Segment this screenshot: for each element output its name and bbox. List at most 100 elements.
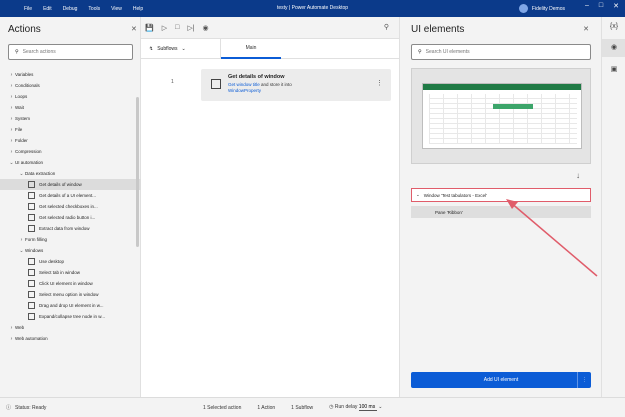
search-icon[interactable]: ⚲ [384,23,389,31]
menu-tools[interactable]: Tools [88,6,100,12]
tree-item[interactable]: ⌄ UI automation [0,157,141,168]
tree-item[interactable]: › System [0,113,141,124]
minimize-icon[interactable]: – [585,2,589,10]
action-icon [28,225,35,232]
menu-file[interactable]: File [24,6,32,12]
more-options-icon[interactable]: ⋮ [577,372,591,388]
chevron-right-icon[interactable]: › [8,116,15,122]
action-step[interactable]: Get details of window Get window title a… [201,69,391,101]
status-text: Status: Ready [15,404,47,411]
stop-icon[interactable]: □ [175,24,179,31]
add-ui-element-button[interactable]: Add UI element ⋮ [411,372,591,388]
chevron-right-icon[interactable]: › [8,336,15,342]
tree-item[interactable]: › Wait [0,102,141,113]
chevron-right-icon[interactable]: › [8,72,15,78]
subflows-dropdown[interactable]: ↯ Subflows ⌄ [141,38,221,59]
tree-item-label: Get details of window [39,182,82,187]
tree-item-label: Loops [15,94,28,99]
tree-item[interactable]: ⌄ Data extraction [0,168,141,179]
close-window-icon[interactable]: ✕ [613,2,619,10]
run-delay: ◷ Run delay ⌄ [329,404,382,411]
step-icon[interactable]: ▷| [187,24,194,32]
action-icon [28,302,35,309]
chevron-down-icon[interactable]: ⌄ [18,171,25,177]
tree-item-label: System [15,116,31,121]
chevron-right-icon[interactable]: › [18,237,25,243]
images-icon[interactable]: ▣ [609,65,619,75]
save-icon[interactable]: 💾 [145,24,154,32]
close-icon[interactable]: ✕ [131,25,137,33]
chevron-down-icon[interactable]: ⌄ [8,160,15,166]
tree-item[interactable]: › Web [0,322,141,333]
chevron-down-icon[interactable]: ⌄ [18,248,25,254]
tree-item[interactable]: › File [0,124,141,135]
tree-item[interactable]: Use desktop [0,256,141,267]
chevron-right-icon[interactable]: › [8,105,15,111]
tree-item[interactable]: Get details of window [0,179,141,190]
ui-elements-search[interactable]: ⚲ [411,44,591,60]
menu-edit[interactable]: Edit [43,6,52,12]
menu-help[interactable]: Help [133,6,143,12]
action-desc-text: and store it into [261,82,292,87]
action-icon [28,258,35,265]
scrollbar[interactable] [136,97,139,247]
search-input[interactable] [425,49,576,55]
tree-item-label: Select menu option in window [39,292,99,297]
menu-view[interactable]: View [111,6,122,12]
menu-debug[interactable]: Debug [63,6,78,12]
tree-item[interactable]: Get details of a UI element... [0,190,141,201]
chevron-right-icon[interactable]: › [8,138,15,144]
run-icon[interactable]: ▷ [162,24,167,32]
tree-item[interactable]: › Conditionals [0,80,141,91]
selected-count: 1 Selected action [203,404,242,411]
ui-elements-icon[interactable]: ◉ [609,43,619,53]
tree-item-label: Conditionals [15,83,40,88]
search-input[interactable] [22,49,123,55]
right-rail: {x} ◉ ▣ [601,17,625,397]
tree-item[interactable]: Expand/collapse tree node in w... [0,311,141,322]
tree-item-label: Drag and drop UI element in w... [39,303,104,308]
tree-item[interactable]: Drag and drop UI element in w... [0,300,141,311]
run-delay-input[interactable] [358,404,377,411]
chevron-right-icon[interactable]: › [8,325,15,331]
tree-item[interactable]: › Web automation [0,333,141,344]
chevron-right-icon[interactable]: › [8,149,15,155]
chevron-right-icon[interactable]: › [8,127,15,133]
chevron-down-icon[interactable]: ⌄ [416,192,420,198]
tree-item[interactable]: Click UI element in window [0,278,141,289]
actions-search[interactable]: ⚲ [8,44,133,60]
chevron-right-icon[interactable]: › [8,83,15,89]
tree-item[interactable]: Get selected checkboxes in... [0,201,141,212]
tree-item[interactable]: › Form filling [0,234,141,245]
more-options-icon[interactable]: ⋮ [376,79,383,87]
annotation-arrow [506,199,598,277]
tab-main[interactable]: Main [221,39,281,59]
tree-item-label: Compression [15,149,42,154]
tree-item[interactable]: Select tab in window [0,267,141,278]
recorder-icon[interactable]: ◉ [203,24,209,32]
maximize-icon[interactable]: □ [599,2,603,10]
tree-item[interactable]: › Compression [0,146,141,157]
tree-item[interactable]: › Folder [0,135,141,146]
sort-arrow-icon[interactable]: ↓ [576,171,580,180]
tree-item-label: Select tab in window [39,270,81,275]
action-icon [28,214,35,221]
window-title-link[interactable]: Get window title [228,82,260,87]
designer-toolbar: 💾 ▷ □ ▷| ◉ ⚲ [141,17,399,39]
variables-icon[interactable]: {x} [609,23,619,33]
tree-item[interactable]: Select menu option in window [0,289,141,300]
tree-item[interactable]: Get selected radio button i... [0,212,141,223]
close-icon[interactable]: ✕ [583,25,589,33]
tree-item[interactable]: ⌄ Windows [0,245,141,256]
menu-bar: File Edit Debug Tools View Help [24,6,143,12]
tree-item[interactable]: › Loops [0,91,141,102]
tree-item[interactable]: Extract data from window [0,223,141,234]
variable-link[interactable]: WindowProperty [228,88,261,93]
tree-item-label: Get selected checkboxes in... [39,204,98,209]
chevron-right-icon[interactable]: › [8,94,15,100]
tree-item[interactable]: › Variables [0,69,141,80]
actions-title: Actions [8,24,41,35]
add-ui-element-label: Add UI element [483,377,519,383]
user-account[interactable]: Fidelity Demos [518,4,565,13]
chevron-down-icon[interactable]: ⌄ [378,404,382,410]
